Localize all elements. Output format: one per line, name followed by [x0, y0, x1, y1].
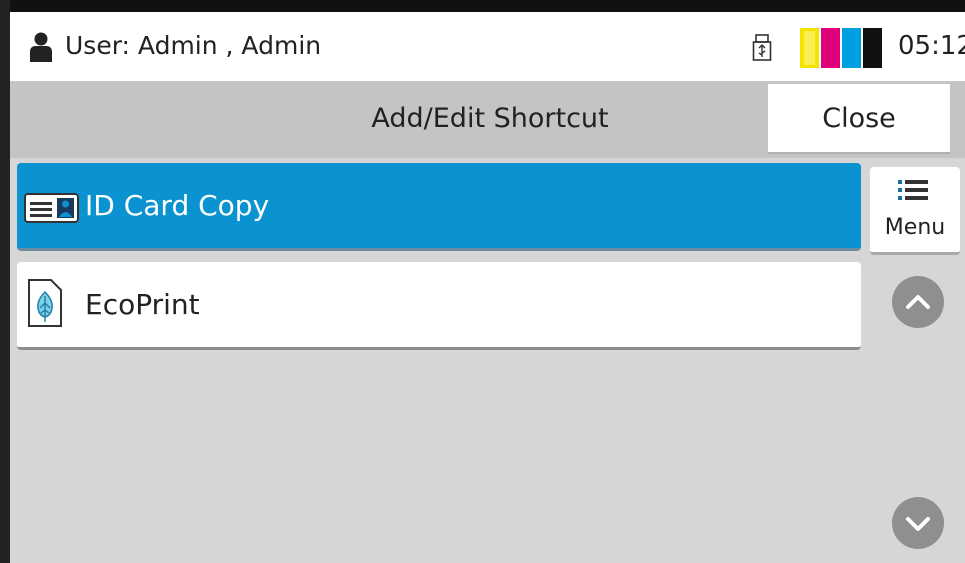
clock: 05:12	[898, 31, 965, 61]
list-icon	[898, 180, 928, 200]
menu-button[interactable]: Menu	[870, 167, 960, 255]
user-label: User: Admin , Admin	[65, 31, 322, 60]
user-icon	[30, 32, 52, 62]
toner-level-icon	[800, 28, 882, 68]
shortcut-label: ID Card Copy	[85, 189, 270, 222]
usb-icon	[752, 34, 772, 61]
scroll-up-button[interactable]	[892, 276, 944, 328]
status-bar: User: Admin , Admin 05:12	[10, 12, 965, 82]
shortcut-label: EcoPrint	[85, 288, 200, 321]
shortcut-item-id-card-copy[interactable]: ID Card Copy	[17, 163, 861, 251]
shortcut-item-ecoprint[interactable]: EcoPrint	[17, 262, 861, 350]
left-bezel	[0, 0, 10, 563]
close-button[interactable]: Close	[768, 84, 950, 154]
page-title: Add/Edit Shortcut	[371, 103, 609, 134]
device-screen: User: Admin , Admin 05:12 Add/Edit Short…	[0, 0, 965, 563]
chevron-up-icon	[906, 295, 930, 309]
scroll-down-button[interactable]	[892, 497, 944, 549]
menu-label: Menu	[884, 215, 946, 240]
id-card-icon	[24, 193, 79, 223]
title-bar: Add/Edit Shortcut Close	[10, 82, 965, 158]
eco-leaf-icon	[28, 279, 62, 327]
chevron-down-icon	[906, 517, 930, 531]
top-bezel	[0, 0, 965, 12]
